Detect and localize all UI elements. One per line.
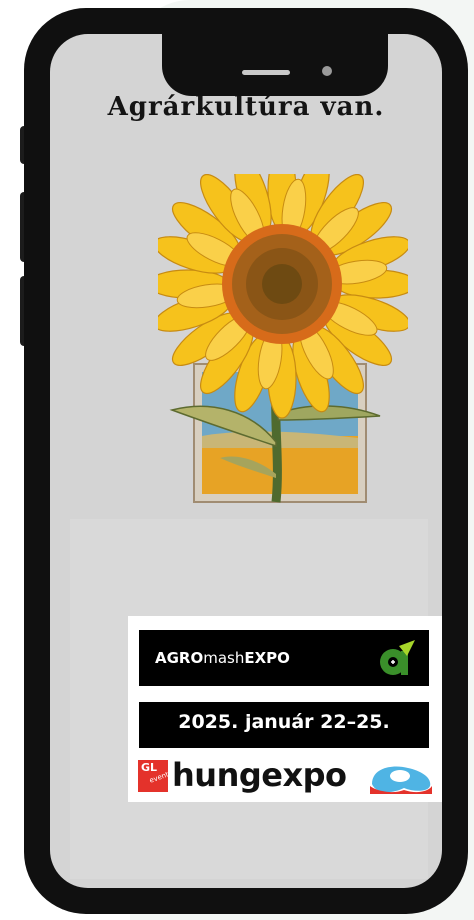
- gl-text: GL: [141, 761, 158, 774]
- hungexpo-icon: [370, 766, 432, 794]
- agromashexpo-a-icon: [380, 640, 415, 675]
- speaker-grille: [242, 70, 290, 75]
- gl-events-badge: GL events: [138, 760, 173, 792]
- phone-notch: [162, 34, 388, 96]
- event-date: 2025. január 22–25.: [178, 711, 390, 733]
- headline: Agrárkultúra van.: [107, 92, 385, 122]
- logo-expo-text: EXPO: [244, 649, 290, 667]
- phone-frame: Agrárkultúra van. AGROmashEXPO 2025. jan…: [24, 8, 468, 914]
- event-date-band: 2025. január 22–25.: [139, 702, 429, 748]
- event-logo-card: AGROmashEXPO 2025. január 22–25. GL even…: [128, 616, 442, 802]
- agromashexpo-band: AGROmashEXPO: [139, 630, 429, 686]
- hungexpo-logo-text: hungexpo: [172, 756, 347, 794]
- sunflower-illustration: [158, 174, 408, 503]
- logo-mash-text: mash: [203, 649, 245, 667]
- phone-screen: Agrárkultúra van. AGROmashEXPO 2025. jan…: [50, 34, 442, 888]
- logo-agro-text: AGRO: [155, 649, 204, 667]
- agromashexpo-logo: AGROmashEXPO: [155, 649, 290, 667]
- front-camera: [322, 66, 332, 76]
